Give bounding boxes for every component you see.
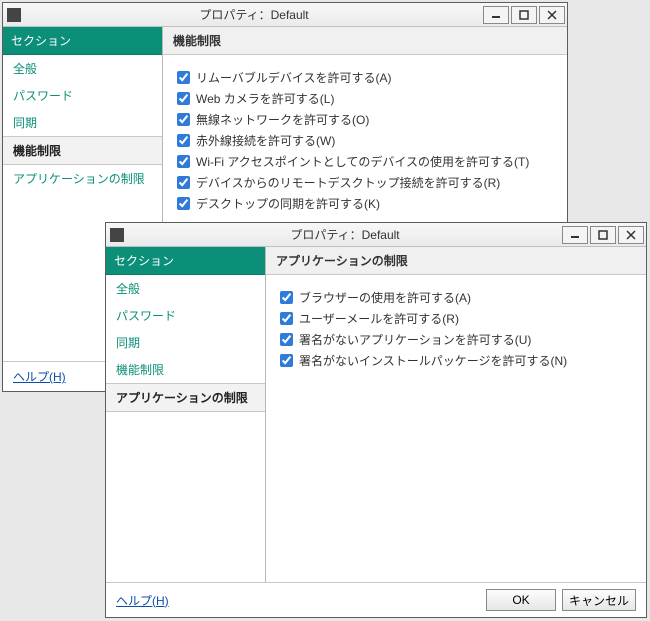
checkbox-webcam[interactable] (177, 92, 190, 105)
minimize-button[interactable] (483, 6, 509, 24)
sidebar-item-sync[interactable]: 同期 (106, 329, 265, 356)
checkbox-label: 無線ネットワークを許可する(O) (196, 111, 369, 128)
app-icon (7, 8, 21, 22)
checkbox-label: 署名がないインストールパッケージを許可する(N) (299, 352, 567, 369)
footer: ヘルプ(H) OK キャンセル (106, 582, 646, 617)
sidebar: セクション 全般 パスワード 同期 機能制限 アプリケーションの制限 (106, 247, 266, 582)
panel-content: ブラウザーの使用を許可する(A) ユーザーメールを許可する(R) 署名がないアプ… (266, 275, 646, 582)
close-button[interactable] (539, 6, 565, 24)
checkbox-wifi-ap[interactable] (177, 155, 190, 168)
sidebar-item-apps[interactable]: アプリケーションの制限 (3, 165, 162, 192)
checkbox-desktop-sync[interactable] (177, 197, 190, 210)
panel-title: 機能制限 (163, 27, 567, 55)
checkbox-label: デバイスからのリモートデスクトップ接続を許可する(R) (196, 174, 500, 191)
sidebar-item-features[interactable]: 機能制限 (3, 136, 162, 165)
window-title: プロパティ：Default (27, 6, 481, 23)
titlebar: プロパティ：Default (3, 3, 567, 27)
checkbox-removable[interactable] (177, 71, 190, 84)
window-controls (560, 226, 644, 244)
checkbox-label: Wi-Fi アクセスポイントとしてのデバイスの使用を許可する(T) (196, 153, 529, 170)
app-icon (110, 228, 124, 242)
properties-window-apps: プロパティ：Default セクション 全般 パスワード 同期 機能制限 アプリ… (105, 222, 647, 618)
close-button[interactable] (618, 226, 644, 244)
sidebar-item-password[interactable]: パスワード (3, 82, 162, 109)
checkbox-usermail[interactable] (280, 312, 293, 325)
checkbox-label: 署名がないアプリケーションを許可する(U) (299, 331, 531, 348)
checkbox-label: ユーザーメールを許可する(R) (299, 310, 459, 327)
checkbox-unsigned-app[interactable] (280, 333, 293, 346)
cancel-button[interactable]: キャンセル (562, 589, 636, 611)
sidebar-item-features[interactable]: 機能制限 (106, 356, 265, 383)
help-link[interactable]: ヘルプ(H) (13, 368, 66, 385)
window-title: プロパティ：Default (130, 226, 560, 243)
sidebar-item-general[interactable]: 全般 (3, 55, 162, 82)
panel-title: アプリケーションの制限 (266, 247, 646, 275)
sidebar-item-password[interactable]: パスワード (106, 302, 265, 329)
help-link[interactable]: ヘルプ(H) (116, 592, 169, 609)
sidebar-title: セクション (106, 247, 265, 275)
checkbox-label: デスクトップの同期を許可する(K) (196, 195, 380, 212)
sidebar-title: セクション (3, 27, 162, 55)
checkbox-label: ブラウザーの使用を許可する(A) (299, 289, 471, 306)
checkbox-browser[interactable] (280, 291, 293, 304)
maximize-button[interactable] (511, 6, 537, 24)
titlebar: プロパティ：Default (106, 223, 646, 247)
checkbox-label: Web カメラを許可する(L) (196, 90, 334, 107)
window-controls (481, 6, 565, 24)
minimize-button[interactable] (562, 226, 588, 244)
checkbox-label: リムーバブルデバイスを許可する(A) (196, 69, 392, 86)
checkbox-unsigned-pkg[interactable] (280, 354, 293, 367)
sidebar-item-apps[interactable]: アプリケーションの制限 (106, 383, 265, 412)
checkbox-rdp[interactable] (177, 176, 190, 189)
checkbox-label: 赤外線接続を許可する(W) (196, 132, 335, 149)
checkbox-wireless[interactable] (177, 113, 190, 126)
checkbox-infrared[interactable] (177, 134, 190, 147)
maximize-button[interactable] (590, 226, 616, 244)
ok-button[interactable]: OK (486, 589, 556, 611)
sidebar-item-general[interactable]: 全般 (106, 275, 265, 302)
sidebar-item-sync[interactable]: 同期 (3, 109, 162, 136)
